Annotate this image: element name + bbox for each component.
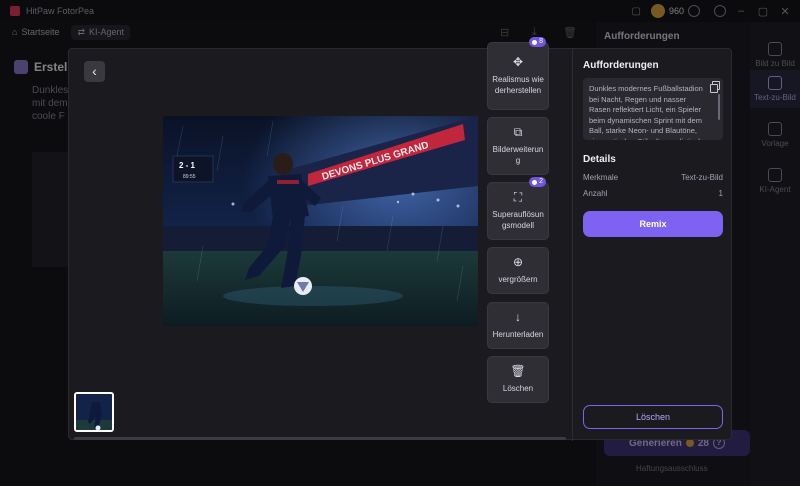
horizontal-scrollbar[interactable] [74, 437, 566, 440]
detail-row-merkmale: Merkmale Text-zu-Bild [583, 173, 723, 182]
cost-badge: 2 [529, 177, 546, 187]
preview-image: DEVONS PLUS GRAND 2 - 1 89:55 [163, 116, 478, 326]
restore-realism-button[interactable]: 8 ✥ Realismus wiederherstellen [487, 37, 549, 110]
delete-tool-button[interactable]: 🗑 Löschen [487, 356, 549, 403]
copy-icon[interactable] [710, 81, 720, 93]
details-panel: Aufforderungen Dunkles modernes Fußballs… [572, 49, 732, 441]
image-expansion-button[interactable]: ⧉ Bilderweiterung [487, 117, 549, 175]
delete-button[interactable]: Löschen [583, 405, 723, 429]
super-resolution-button[interactable]: 2 ⛶ Superauflösungsmodell [487, 177, 549, 240]
coin-icon [532, 39, 538, 45]
prompt-scrollbar[interactable] [718, 94, 720, 120]
prompt-text-box[interactable]: Dunkles modernes Fußballstadion bei Nach… [583, 78, 723, 140]
realism-icon: ✥ [512, 55, 524, 69]
coin-icon [532, 179, 538, 185]
thumbnail-selected[interactable] [74, 392, 114, 432]
score-text: 2 - 1 [179, 161, 196, 170]
cost-badge: 8 [529, 37, 546, 47]
details-title: Details [583, 154, 616, 165]
prompt-title: Aufforderungen [583, 60, 659, 71]
prompt-text: Dunkles modernes Fußballstadion bei Nach… [589, 84, 703, 140]
detail-row-anzahl: Anzahl 1 [583, 189, 723, 198]
download-button[interactable]: ↓ Herunterladen [487, 302, 549, 349]
clock-text: 89:55 [183, 174, 196, 180]
image-preview-modal: ‹ DEVONS PLUS GRAND 2 - 1 89:55 8 ✥ Real… [68, 37, 732, 441]
trash-icon: 🗑 [510, 364, 526, 378]
expand-image-icon: ⧉ [513, 125, 523, 139]
remix-button[interactable]: Remix [583, 211, 723, 237]
super-resolution-icon: ⛶ [513, 190, 523, 204]
back-button[interactable]: ‹ [84, 61, 105, 82]
download-icon: ↓ [515, 310, 521, 324]
zoom-in-button[interactable]: ⊕ vergrößern [487, 247, 549, 294]
zoom-in-icon: ⊕ [512, 255, 524, 269]
